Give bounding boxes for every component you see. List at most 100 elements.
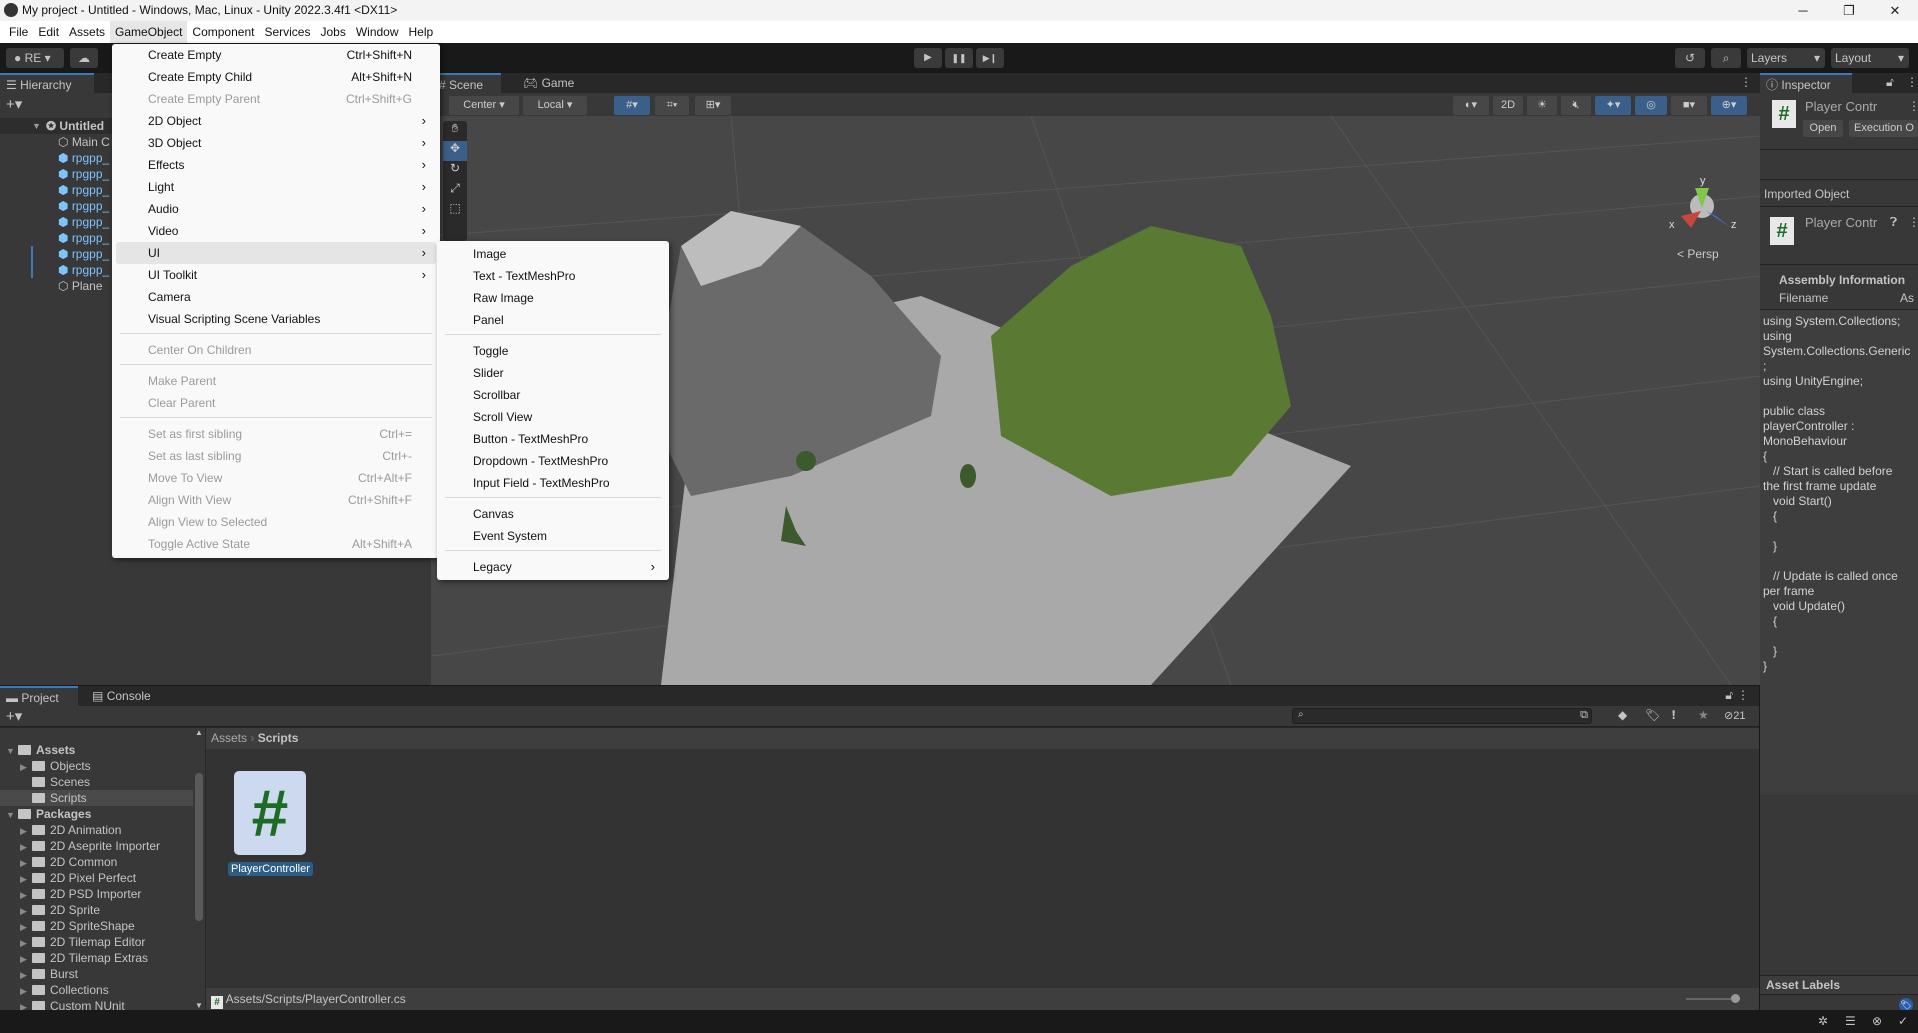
cache-server-icon[interactable]: ☰ [1845,1014,1856,1028]
hierarchy-item[interactable]: ⬢ rpgpp_ [58,262,109,278]
menu-item-toggle-active-state[interactable]: Toggle Active State Alt+Shift+A [116,533,436,555]
project-tree-item[interactable]: ▶ Collections [0,982,193,998]
menu-item-set-as-first-sibling[interactable]: Set as first sibling Ctrl+= [116,423,436,445]
scroll-up-icon[interactable]: ▲ [195,728,203,737]
menu-item-move-to-view[interactable]: Move To View Ctrl+Alt+F [116,467,436,489]
menu-services[interactable]: Services [259,21,315,43]
menu-item-align-with-view[interactable]: Align With View Ctrl+Shift+F [116,489,436,511]
project-tree-item[interactable]: ▶ 2D Animation [0,822,193,838]
menu-component[interactable]: Component [187,21,259,43]
rect-tool[interactable]: ⬚ [443,201,467,221]
more-options-icon[interactable]: ⋮ [1906,75,1918,89]
hierarchy-item[interactable]: ⬢ rpgpp_ [58,246,109,262]
more-options-icon[interactable]: ⋮ [1740,75,1752,89]
menu-item-panel[interactable]: Panel [441,309,665,331]
debug-off-icon[interactable]: ✲ [1818,1014,1828,1028]
menu-item-slider[interactable]: Slider [441,362,665,384]
menu-item-ui[interactable]: UI › [116,242,436,264]
hierarchy-item[interactable]: ⬢ rpgpp_ [58,150,109,166]
pause-button[interactable]: ❚❚ [945,48,973,68]
menu-file[interactable]: File [4,21,33,43]
collapsed-arrow-icon[interactable]: ▶ [20,823,32,839]
hierarchy-item[interactable]: ⬡ Plane [58,278,103,294]
collapsed-arrow-icon[interactable]: ▶ [20,919,32,935]
menu-item-create-empty[interactable]: Create Empty Ctrl+Shift+N [116,44,436,66]
menu-item-light[interactable]: Light › [116,176,436,198]
hierarchy-item[interactable]: ⬢ rpgpp_ [58,230,109,246]
maximize-button[interactable]: ❐ [1826,0,1872,21]
help-icon[interactable]: ❓︎ [1890,215,1897,230]
minimize-button[interactable]: ─ [1780,0,1826,21]
collapsed-arrow-icon[interactable]: ▶ [20,983,32,999]
menu-item-create-empty-parent[interactable]: Create Empty Parent Ctrl+Shift+G [116,88,436,110]
menu-window[interactable]: Window [351,21,404,43]
history-button[interactable]: ↺ [1675,48,1705,68]
project-tree-item[interactable]: ▶ Burst [0,966,193,982]
project-tree-item[interactable]: ▶ 2D Sprite [0,902,193,918]
script-asset-icon[interactable]: # [234,771,306,855]
collapsed-arrow-icon[interactable]: ▶ [20,951,32,967]
slider-handle[interactable] [1731,994,1740,1003]
menu-item-toggle[interactable]: Toggle [441,340,665,362]
menu-item-align-view-to-selected[interactable]: Align View to Selected [116,511,436,533]
project-tree-item[interactable]: ▶ 2D Tilemap Extras [0,950,193,966]
expanded-arrow-icon[interactable]: ▼ [6,743,18,759]
tab-project[interactable]: ▬ Project [0,686,78,706]
favorites-icon[interactable]: ★ [1698,708,1709,722]
icon-size-slider[interactable] [1686,994,1740,1003]
camera-dropdown[interactable]: ■▾ [1671,96,1707,115]
menu-item-effects[interactable]: Effects › [116,154,436,176]
project-tree-item[interactable]: Scenes [0,774,193,790]
effects-toggle[interactable]: ✦▾ [1595,96,1631,115]
collapsed-arrow-icon[interactable]: ▶ [20,935,32,951]
hierarchy-item[interactable]: ⬢ rpgpp_ [58,198,109,214]
collapsed-arrow-icon[interactable]: ▶ [20,967,32,983]
auto-generate-lighting-icon[interactable]: ⊗ [1872,1014,1882,1028]
layers-dropdown[interactable]: Layers ▾ [1747,48,1825,68]
collapsed-arrow-icon[interactable]: ▶ [20,839,32,855]
execution-order-button[interactable]: Execution O [1849,120,1918,137]
collapsed-arrow-icon[interactable]: ▶ [20,759,32,775]
collapsed-arrow-icon[interactable]: ▶ [20,887,32,903]
menu-assets[interactable]: Assets [64,21,110,43]
menu-item-event-system[interactable]: Event System [441,525,665,547]
menu-item-scrollbar[interactable]: Scrollbar [441,384,665,406]
scroll-down-icon[interactable]: ▼ [195,1001,203,1010]
tab-game[interactable]: 🎮︎ Game [515,73,585,93]
menu-item-button-textmeshpro[interactable]: Button - TextMeshPro [441,428,665,450]
pivot-center-dropdown[interactable]: Center ▾ [449,96,519,115]
search-input[interactable]: ⌕ ⧉ [1292,708,1592,724]
tab-console[interactable]: ▤ Console [84,686,164,706]
project-tree-item[interactable]: ▶ 2D Tilemap Editor [0,934,193,950]
menu-item-audio[interactable]: Audio › [116,198,436,220]
more-options-icon[interactable]: ⋮ [1737,688,1749,702]
search-button[interactable]: ⌕ [1711,48,1741,68]
menu-item-clear-parent[interactable]: Clear Parent [116,392,436,414]
project-tree-item[interactable]: ▶ 2D Common [0,854,193,870]
more-options-icon[interactable]: ⋮ [1908,99,1918,113]
layout-dropdown[interactable]: Layout ▾ [1831,48,1909,68]
step-button[interactable]: ▶❙ [976,48,1004,68]
menu-edit[interactable]: Edit [33,21,64,43]
project-tree-item[interactable]: ▶ Objects [0,758,193,774]
project-tree-item[interactable]: ▶ 2D PSD Importer [0,886,193,902]
menu-item-canvas[interactable]: Canvas [441,503,665,525]
menu-item-scroll-view[interactable]: Scroll View [441,406,665,428]
increment-snap-toggle[interactable]: ⌗▾ [655,96,689,115]
visibility-toggle[interactable]: ◎ [1635,96,1667,115]
add-asset-button[interactable]: +▾ [6,707,22,725]
menu-gameobject[interactable]: GameObject [110,21,188,43]
project-tree-item[interactable]: ▼ Packages [0,806,193,822]
menu-item-input-field-textmeshpro[interactable]: Input Field - TextMeshPro [441,472,665,494]
hierarchy-item[interactable]: ⬢ rpgpp_ [58,166,109,182]
collapsed-arrow-icon[interactable]: ▶ [20,855,32,871]
hierarchy-item[interactable]: ⬡ Main C [58,134,110,150]
menu-item-ui-toolkit[interactable]: UI Toolkit › [116,264,436,286]
project-tree-item[interactable]: Scripts [0,790,193,806]
rotate-tool[interactable]: ↻ [443,161,467,181]
project-tree-item[interactable]: ▶ Custom NUnit [0,998,193,1010]
2d-toggle[interactable]: 2D [1493,96,1523,115]
draw-mode-dropdown[interactable]: ◐▾ [1453,96,1489,115]
hierarchy-item[interactable]: ⬢ rpgpp_ [58,214,109,230]
scrollbar-thumb[interactable] [195,773,203,921]
